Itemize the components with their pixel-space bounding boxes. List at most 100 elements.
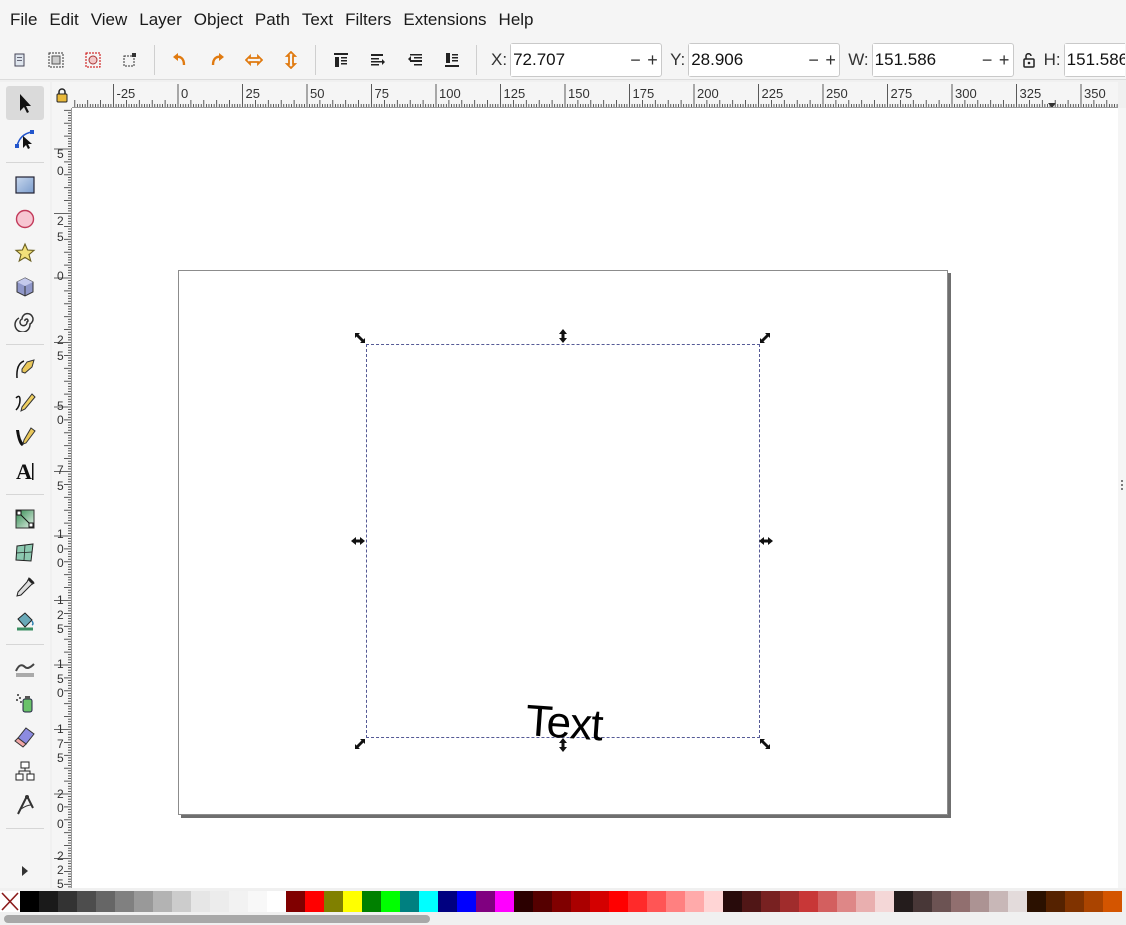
x-input[interactable] bbox=[511, 43, 628, 76]
scale-handle-bottom-left[interactable] bbox=[352, 736, 368, 752]
h-input[interactable] bbox=[1064, 43, 1125, 76]
menu-extensions[interactable]: Extensions bbox=[397, 0, 492, 40]
color-swatch[interactable] bbox=[362, 891, 381, 912]
color-swatch[interactable] bbox=[210, 891, 229, 912]
horizontal-scrollbar-thumb[interactable] bbox=[4, 915, 430, 923]
select-all-button[interactable] bbox=[0, 41, 37, 79]
menu-filters[interactable]: Filters bbox=[339, 0, 397, 40]
raise-to-top-button[interactable] bbox=[322, 41, 359, 79]
menu-view[interactable]: View bbox=[85, 0, 134, 40]
color-swatch[interactable] bbox=[58, 891, 77, 912]
color-swatch[interactable] bbox=[1065, 891, 1084, 912]
color-swatch[interactable] bbox=[837, 891, 856, 912]
node-tool[interactable] bbox=[6, 122, 44, 156]
color-swatch[interactable] bbox=[229, 891, 248, 912]
color-swatch[interactable] bbox=[324, 891, 343, 912]
color-swatch[interactable] bbox=[989, 891, 1008, 912]
ellipse-tool[interactable] bbox=[6, 202, 44, 236]
flip-horizontal-button[interactable] bbox=[235, 41, 272, 79]
rectangle-tool[interactable] bbox=[6, 168, 44, 202]
spray-tool[interactable] bbox=[6, 686, 44, 720]
tweak-tool[interactable] bbox=[6, 652, 44, 686]
raise-button[interactable] bbox=[359, 41, 396, 79]
color-swatch[interactable] bbox=[1027, 891, 1046, 912]
eraser-tool[interactable] bbox=[6, 720, 44, 754]
scale-handle-bottom-right[interactable] bbox=[757, 736, 773, 752]
color-swatch[interactable] bbox=[533, 891, 552, 912]
color-swatch[interactable] bbox=[818, 891, 837, 912]
horizontal-ruler[interactable]: -25 0 25 50 75 100 125 150 175 200 225 250 275 300 325… bbox=[72, 82, 1118, 108]
x-decrement-button[interactable]: − bbox=[627, 44, 644, 76]
color-swatch[interactable] bbox=[96, 891, 115, 912]
menu-help[interactable]: Help bbox=[493, 0, 540, 40]
color-swatch[interactable] bbox=[932, 891, 951, 912]
color-swatch[interactable] bbox=[267, 891, 286, 912]
selector-tool[interactable] bbox=[6, 86, 44, 120]
w-increment-button[interactable]: + bbox=[996, 44, 1013, 76]
deselect-button[interactable] bbox=[74, 41, 111, 79]
color-swatch[interactable] bbox=[628, 891, 647, 912]
color-swatch[interactable] bbox=[476, 891, 495, 912]
guide-lock-button[interactable] bbox=[52, 82, 72, 108]
color-swatch[interactable] bbox=[913, 891, 932, 912]
select-same-button[interactable] bbox=[111, 41, 148, 79]
color-swatch[interactable] bbox=[248, 891, 267, 912]
text-tool[interactable]: A bbox=[6, 454, 44, 488]
more-tools-button[interactable] bbox=[6, 854, 44, 888]
scale-handle-left[interactable] bbox=[350, 533, 366, 549]
color-swatch[interactable] bbox=[799, 891, 818, 912]
menu-file[interactable]: File bbox=[4, 0, 43, 40]
horizontal-scrollbar[interactable] bbox=[0, 912, 1126, 925]
bezier-tool[interactable] bbox=[6, 352, 44, 386]
color-swatch[interactable] bbox=[514, 891, 533, 912]
menu-path[interactable]: Path bbox=[249, 0, 296, 40]
connector-tool[interactable] bbox=[6, 754, 44, 788]
color-swatch[interactable] bbox=[552, 891, 571, 912]
color-swatch[interactable] bbox=[1103, 891, 1122, 912]
color-swatch[interactable] bbox=[172, 891, 191, 912]
x-increment-button[interactable]: + bbox=[644, 44, 661, 76]
w-decrement-button[interactable]: − bbox=[979, 44, 996, 76]
color-swatch[interactable] bbox=[1008, 891, 1027, 912]
color-swatch[interactable] bbox=[115, 891, 134, 912]
calligraphy-tool[interactable] bbox=[6, 420, 44, 454]
scale-handle-top[interactable] bbox=[555, 328, 571, 344]
gradient-tool[interactable] bbox=[6, 502, 44, 536]
lower-button[interactable] bbox=[396, 41, 433, 79]
menu-text[interactable]: Text bbox=[296, 0, 339, 40]
select-all-layers-button[interactable] bbox=[37, 41, 74, 79]
pencil-tool[interactable] bbox=[6, 386, 44, 420]
y-decrement-button[interactable]: − bbox=[805, 44, 822, 76]
color-swatch[interactable] bbox=[134, 891, 153, 912]
vertical-ruler[interactable]: 50250255075100125150175200225 bbox=[52, 108, 72, 888]
color-swatch[interactable] bbox=[20, 891, 39, 912]
color-swatch[interactable] bbox=[1046, 891, 1065, 912]
color-swatch[interactable] bbox=[951, 891, 970, 912]
color-swatch[interactable] bbox=[723, 891, 742, 912]
color-swatch[interactable] bbox=[286, 891, 305, 912]
color-swatch[interactable] bbox=[875, 891, 894, 912]
menu-edit[interactable]: Edit bbox=[43, 0, 84, 40]
color-swatch[interactable] bbox=[647, 891, 666, 912]
color-swatch[interactable] bbox=[571, 891, 590, 912]
color-swatch[interactable] bbox=[609, 891, 628, 912]
color-swatch[interactable] bbox=[438, 891, 457, 912]
color-swatch[interactable] bbox=[153, 891, 172, 912]
paint-bucket-tool[interactable] bbox=[6, 604, 44, 638]
color-swatch[interactable] bbox=[419, 891, 438, 912]
color-swatch[interactable] bbox=[495, 891, 514, 912]
color-swatch[interactable] bbox=[381, 891, 400, 912]
star-tool[interactable] bbox=[6, 236, 44, 270]
color-swatch[interactable] bbox=[77, 891, 96, 912]
menu-object[interactable]: Object bbox=[188, 0, 249, 40]
color-swatch[interactable] bbox=[761, 891, 780, 912]
color-swatch[interactable] bbox=[39, 891, 58, 912]
no-paint-swatch[interactable] bbox=[0, 891, 20, 912]
color-swatch[interactable] bbox=[894, 891, 913, 912]
color-swatch[interactable] bbox=[780, 891, 799, 912]
color-swatch[interactable] bbox=[191, 891, 210, 912]
canvas[interactable]: Text bbox=[72, 108, 1118, 888]
lock-proportions-button[interactable] bbox=[1014, 41, 1044, 79]
scale-handle-right[interactable] bbox=[758, 533, 774, 549]
color-swatch[interactable] bbox=[305, 891, 324, 912]
